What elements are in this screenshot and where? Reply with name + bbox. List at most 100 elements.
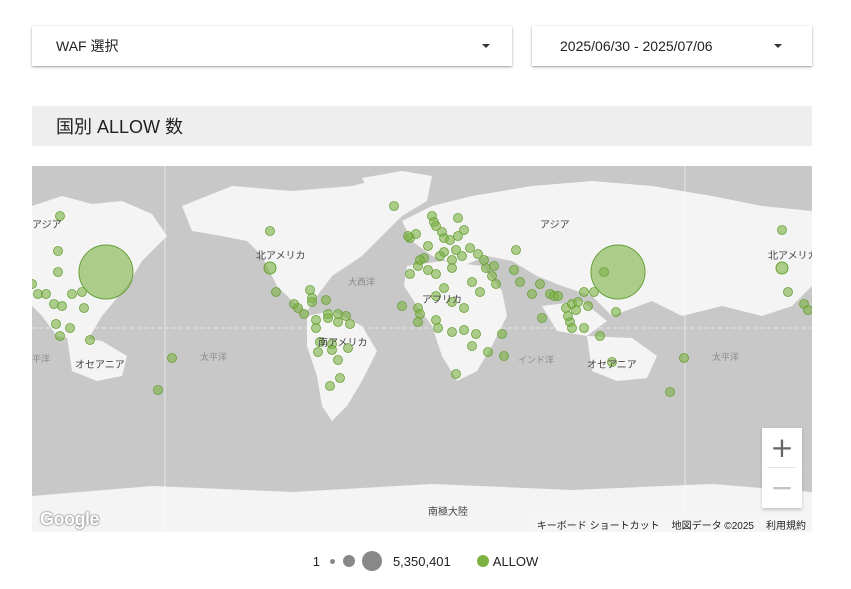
country-bubble[interactable]	[583, 301, 593, 311]
country-bubble[interactable]	[51, 319, 61, 329]
country-bubble[interactable]	[439, 283, 449, 293]
country-bubble[interactable]	[389, 201, 399, 211]
zoom-in-button[interactable]: +	[762, 428, 802, 468]
country-bubble[interactable]	[563, 311, 573, 321]
legend-series-name[interactable]: ALLOW	[493, 554, 539, 569]
country-bubble[interactable]	[447, 263, 457, 273]
country-bubble[interactable]	[459, 325, 469, 335]
country-bubble[interactable]	[599, 267, 609, 277]
world-map[interactable]: アジア アジア 北アメリカ 北アメリカ アフリカ 南アメリカ オセアニア オセア…	[32, 166, 812, 532]
country-bubble[interactable]	[453, 213, 463, 223]
country-bubble[interactable]	[499, 351, 509, 361]
country-bubble[interactable]	[299, 309, 309, 319]
country-bubble[interactable]	[447, 327, 457, 337]
country-bubble[interactable]	[803, 305, 813, 315]
country-bubble[interactable]	[55, 331, 65, 341]
country-bubble[interactable]	[679, 353, 689, 363]
country-bubble[interactable]	[611, 307, 621, 317]
country-bubble[interactable]	[305, 285, 315, 295]
country-bubble[interactable]	[321, 295, 331, 305]
country-bubble[interactable]	[467, 277, 477, 287]
country-bubble[interactable]	[445, 235, 455, 245]
country-bubble[interactable]	[451, 369, 461, 379]
waf-select-dropdown[interactable]: WAF 選択	[32, 26, 512, 66]
country-bubble[interactable]	[491, 279, 501, 289]
country-bubble[interactable]	[487, 271, 497, 281]
country-bubble[interactable]	[433, 323, 443, 333]
country-bubble[interactable]	[571, 305, 581, 315]
country-bubble[interactable]	[49, 299, 59, 309]
country-bubble[interactable]	[53, 246, 63, 256]
country-bubble[interactable]	[57, 301, 67, 311]
country-bubble[interactable]	[489, 261, 499, 271]
country-bubble[interactable]	[473, 249, 483, 259]
country-bubble[interactable]	[41, 289, 51, 299]
country-bubble[interactable]	[167, 353, 177, 363]
country-bubble[interactable]	[467, 341, 477, 351]
keyboard-shortcuts-link[interactable]: キーボード ショートカット	[537, 517, 660, 532]
zoom-out-button[interactable]: −	[762, 468, 802, 508]
country-bubble[interactable]	[589, 287, 599, 297]
map-canvas[interactable]: アジア アジア 北アメリカ 北アメリカ アフリカ 南アメリカ オセアニア オセア…	[32, 166, 812, 532]
country-bubble[interactable]	[783, 287, 793, 297]
country-bubble[interactable]	[325, 381, 335, 391]
country-bubble[interactable]	[515, 277, 525, 287]
country-bubble[interactable]	[67, 289, 77, 299]
country-bubble[interactable]	[777, 225, 787, 235]
country-bubble[interactable]	[509, 265, 519, 275]
country-bubble[interactable]	[553, 291, 563, 301]
country-bubble[interactable]	[483, 347, 493, 357]
country-bubble[interactable]	[511, 245, 521, 255]
country-bubble[interactable]	[475, 287, 485, 297]
country-bubble[interactable]	[423, 241, 433, 251]
country-bubble[interactable]	[431, 315, 441, 325]
country-bubble[interactable]	[323, 313, 333, 323]
country-bubble[interactable]	[459, 225, 469, 235]
country-bubble[interactable]	[431, 269, 441, 279]
country-bubble[interactable]	[307, 297, 317, 307]
country-bubble[interactable]	[311, 323, 321, 333]
country-bubble[interactable]	[435, 251, 445, 261]
country-bubble[interactable]	[411, 229, 421, 239]
country-bubble[interactable]	[341, 311, 351, 321]
country-bubble[interactable]	[537, 313, 547, 323]
country-bubble[interactable]	[153, 385, 163, 395]
country-bubble[interactable]	[65, 323, 75, 333]
country-bubble[interactable]	[77, 287, 87, 297]
country-bubble[interactable]	[333, 355, 343, 365]
country-bubble[interactable]	[345, 319, 355, 329]
country-bubble[interactable]	[423, 265, 433, 275]
country-bubble[interactable]	[265, 226, 275, 236]
country-bubble[interactable]	[85, 335, 95, 345]
country-bubble[interactable]	[579, 287, 589, 297]
country-bubble[interactable]	[527, 289, 537, 299]
country-bubble[interactable]	[405, 269, 415, 279]
country-bubble[interactable]	[335, 373, 345, 383]
landmass-australia-west	[67, 336, 127, 381]
country-bubble[interactable]	[457, 251, 467, 261]
date-range-dropdown[interactable]: 2025/06/30 - 2025/07/06	[532, 26, 812, 66]
country-bubble[interactable]	[415, 255, 425, 265]
country-bubble[interactable]	[79, 303, 89, 313]
country-bubble[interactable]	[403, 231, 413, 241]
country-bubble[interactable]	[497, 329, 507, 339]
country-bubble[interactable]	[465, 243, 475, 253]
country-bubble[interactable]	[579, 323, 589, 333]
country-bubble[interactable]	[333, 309, 343, 319]
country-bubble[interactable]	[573, 297, 583, 307]
terms-link[interactable]: 利用規約	[766, 517, 806, 532]
country-bubble[interactable]	[471, 329, 481, 339]
country-bubble[interactable]	[567, 323, 577, 333]
country-bubble[interactable]	[481, 263, 491, 273]
country-bubble[interactable]	[595, 331, 605, 341]
country-bubble[interactable]	[665, 387, 675, 397]
google-logo[interactable]: Google	[40, 509, 100, 530]
country-bubble[interactable]	[397, 301, 407, 311]
map-data-credit[interactable]: 地図データ ©2025	[672, 517, 754, 532]
country-bubble[interactable]	[413, 317, 423, 327]
map-label-antarctica: 南極大陸	[428, 505, 468, 518]
country-bubble[interactable]	[271, 287, 281, 297]
country-bubble[interactable]	[53, 267, 63, 277]
country-bubble[interactable]	[415, 309, 425, 319]
country-bubble[interactable]	[535, 279, 545, 289]
